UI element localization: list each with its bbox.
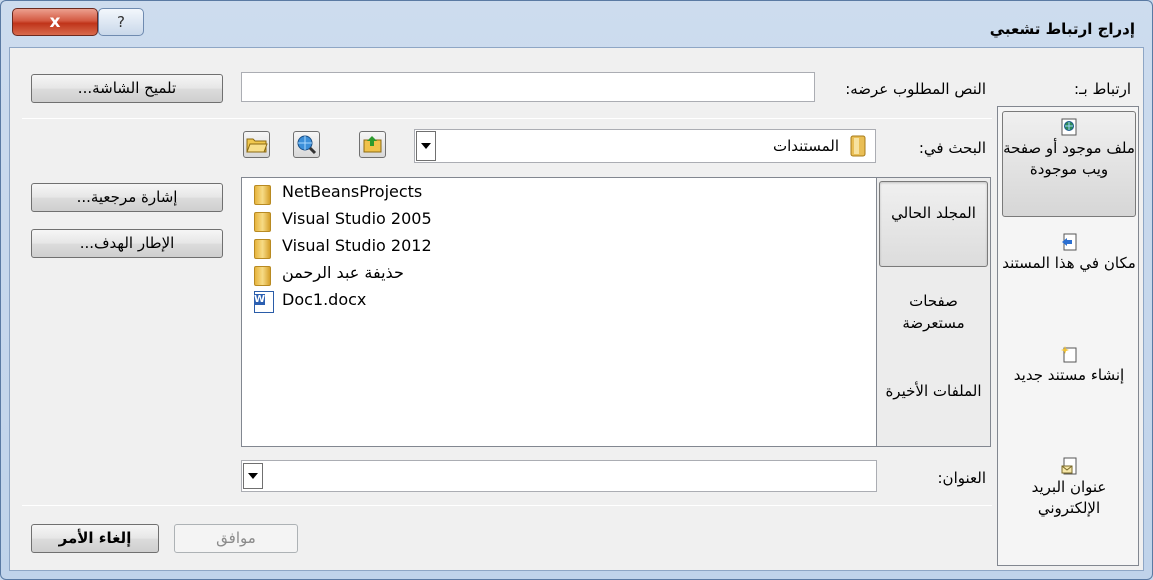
- look-in-combo[interactable]: المستندات: [414, 129, 876, 163]
- browse-web-icon: [297, 135, 317, 155]
- email-icon: [1061, 457, 1077, 475]
- help-button[interactable]: ?: [98, 8, 144, 36]
- link-existing-file-or-web-page[interactable]: ملف موجود أو صفحة ويب موجودة: [1002, 111, 1136, 217]
- file-list[interactable]: NetBeansProjects Visual Studio 2005 Visu…: [241, 177, 877, 447]
- file-name: Visual Studio 2012: [282, 236, 432, 255]
- up-folder-icon: [363, 136, 382, 153]
- list-item[interactable]: Visual Studio 2012: [254, 236, 654, 260]
- browse-file-icon: [246, 138, 268, 153]
- tab-current-folder[interactable]: المجلد الحالي: [879, 181, 988, 267]
- separator: [22, 118, 992, 119]
- word-document-icon: W: [254, 291, 274, 313]
- link-place-in-document-label: مكان في هذا المستند: [1002, 254, 1136, 272]
- file-name: Visual Studio 2005: [282, 209, 432, 228]
- link-to-label: ارتباط بـ:: [1074, 80, 1131, 98]
- up-one-folder-button[interactable]: [359, 131, 386, 158]
- file-name: Doc1.docx: [282, 290, 367, 309]
- address-dropdown-arrow[interactable]: [243, 463, 263, 489]
- folder-icon: [254, 266, 271, 286]
- browse-for-file-button[interactable]: [243, 131, 270, 158]
- nav-tabs-panel: المجلد الحالي صفحات مستعرضة الملفات الأخ…: [876, 177, 991, 447]
- dialog-title: إدراج ارتباط تشعبي: [989, 20, 1135, 38]
- tab-browsed-pages[interactable]: صفحات مستعرضة: [879, 290, 988, 354]
- list-item[interactable]: Visual Studio 2005: [254, 209, 654, 233]
- link-email-address-label: عنوان البريد الإلكتروني: [1031, 478, 1107, 517]
- link-create-new-document-label: إنشاء مستند جديد: [1013, 366, 1125, 384]
- link-create-new-document[interactable]: إنشاء مستند جديد: [1002, 345, 1136, 435]
- target-frame-button[interactable]: الإطار الهدف...: [31, 229, 223, 258]
- bookmark-button[interactable]: إشارة مرجعية...: [31, 183, 223, 212]
- folder-icon: [254, 212, 271, 232]
- tab-recent-files[interactable]: الملفات الأخيرة: [879, 380, 988, 444]
- ok-button[interactable]: موافق: [174, 524, 298, 553]
- file-name: حذيفة عبد الرحمن: [282, 263, 404, 282]
- chevron-down-icon: [421, 143, 431, 149]
- address-input[interactable]: [241, 460, 877, 492]
- list-item[interactable]: NetBeansProjects: [254, 182, 654, 206]
- list-item[interactable]: W Doc1.docx: [254, 290, 654, 314]
- text-to-display-input[interactable]: [241, 72, 815, 102]
- web-page-icon: [1061, 118, 1077, 136]
- list-item[interactable]: حذيفة عبد الرحمن: [254, 263, 654, 287]
- cancel-button[interactable]: إلغاء الأمر: [31, 524, 159, 553]
- link-email-address[interactable]: عنوان البريد الإلكتروني: [1002, 457, 1136, 549]
- place-in-document-icon: [1062, 233, 1077, 251]
- separator: [22, 505, 992, 506]
- text-to-display-label: النص المطلوب عرضه:: [845, 80, 986, 98]
- browse-the-web-button[interactable]: [293, 131, 320, 158]
- address-label: العنوان:: [937, 469, 987, 487]
- new-document-icon: [1061, 346, 1077, 363]
- folder-icon: [254, 239, 271, 259]
- folder-icon: [850, 135, 866, 157]
- link-to-panel: ملف موجود أو صفحة ويب موجودة مكان في هذا…: [997, 106, 1139, 566]
- look-in-label: البحث في:: [918, 139, 986, 157]
- chevron-down-icon: [248, 473, 258, 479]
- file-name: NetBeansProjects: [282, 182, 423, 201]
- close-button[interactable]: x: [12, 8, 98, 36]
- screentip-button[interactable]: تلميح الشاشة...: [31, 74, 223, 103]
- link-place-in-document[interactable]: مكان في هذا المستند: [1002, 233, 1136, 323]
- look-in-value: المستندات: [772, 137, 839, 155]
- look-in-dropdown-arrow[interactable]: [416, 131, 436, 161]
- link-existing-file-label: ملف موجود أو صفحة ويب موجودة: [1003, 139, 1135, 178]
- folder-icon: [254, 185, 271, 205]
